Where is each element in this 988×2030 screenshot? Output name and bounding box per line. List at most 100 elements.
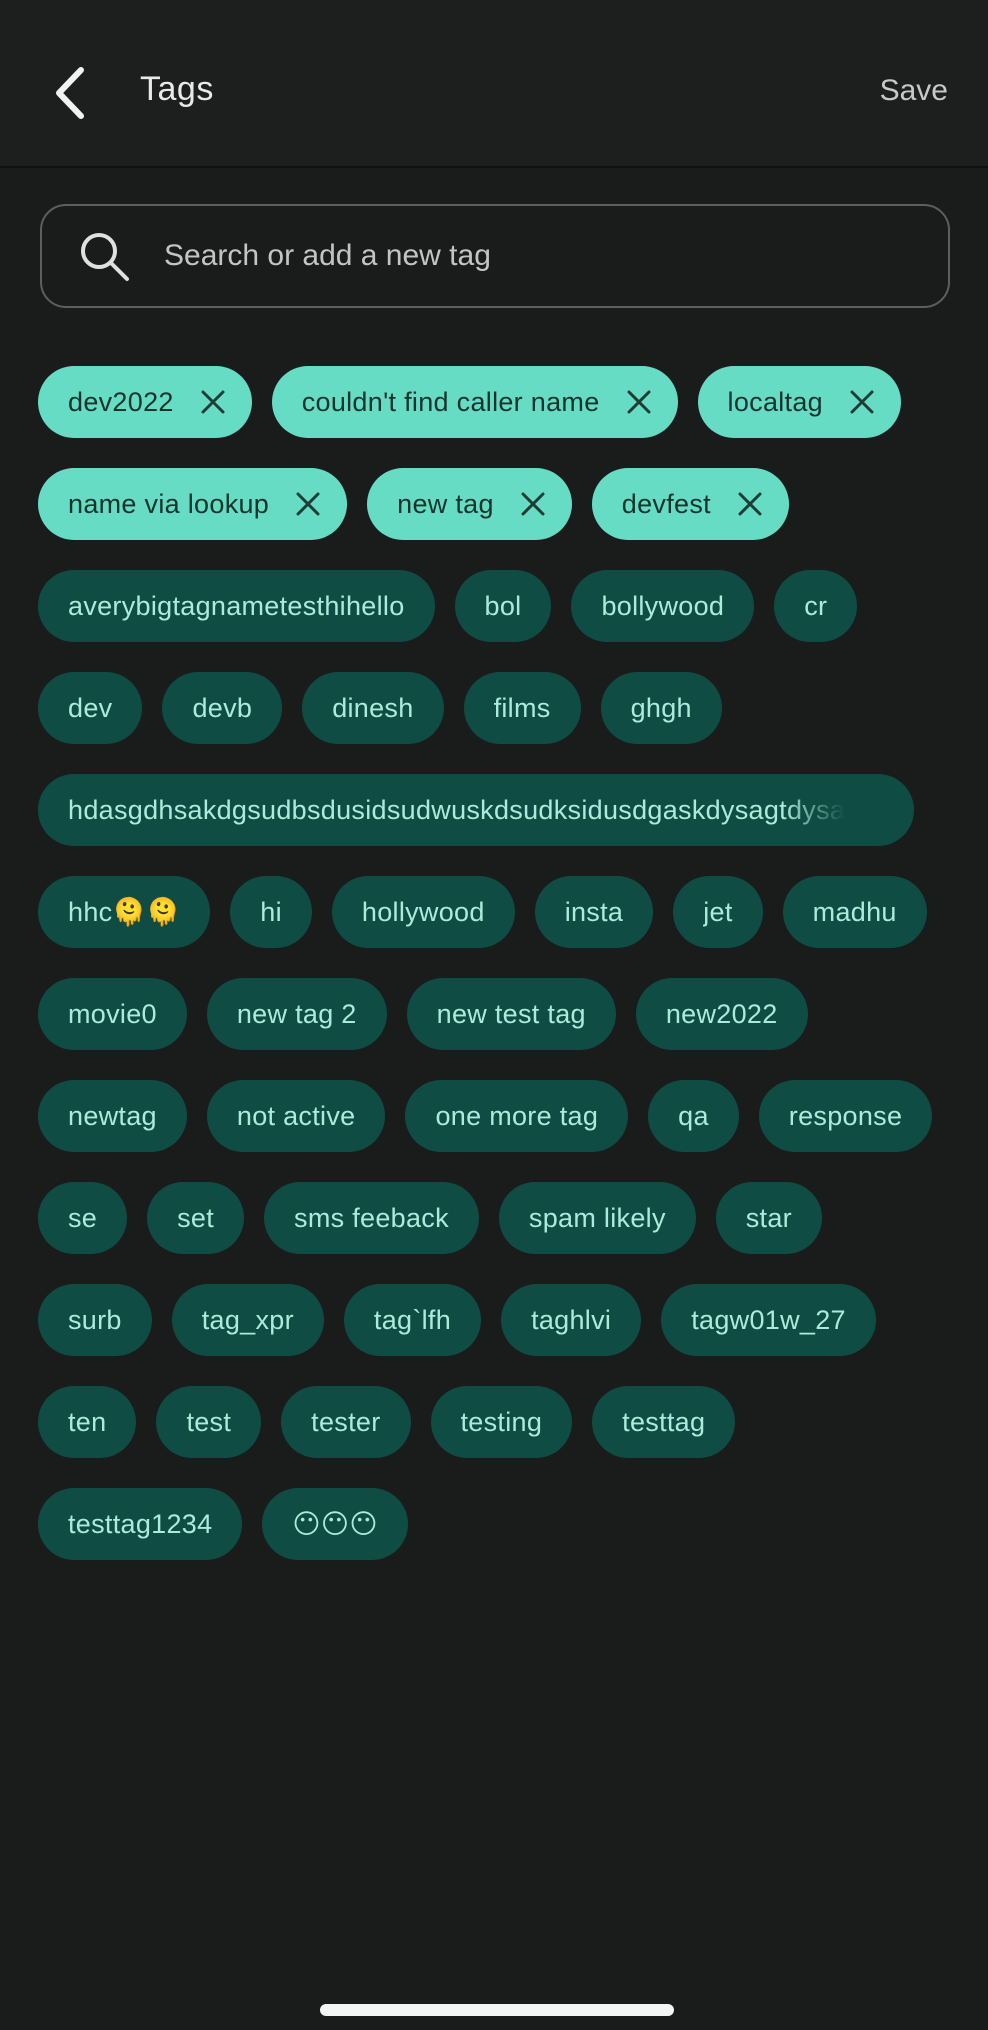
tag-chip[interactable]: new test tag bbox=[406, 978, 616, 1050]
tag-label: spam likely bbox=[528, 1202, 666, 1233]
tag-label: hi bbox=[260, 896, 282, 927]
tag-label: hdasgdhsakdgsudbsdusidsudwuskdsudksidusd… bbox=[68, 794, 846, 825]
tag-chip[interactable]: tagw01w_27 bbox=[661, 1284, 876, 1356]
tag-label: hollywood bbox=[361, 896, 485, 927]
tag-label: ten bbox=[68, 1406, 107, 1437]
tag-chip[interactable]: dev bbox=[38, 672, 143, 744]
tag-chip[interactable]: one more tag bbox=[405, 1080, 629, 1152]
tag-chip[interactable]: newtag bbox=[38, 1080, 187, 1152]
tag-chip[interactable]: hdasgdhsakdgsudbsdusidsudwuskdsudksidusd… bbox=[38, 774, 914, 846]
tag-label: name via lookup bbox=[68, 488, 270, 519]
selected-tag-chip[interactable]: couldn't find caller name bbox=[271, 366, 678, 438]
tag-chip[interactable]: movie0 bbox=[38, 978, 187, 1050]
tag-label: sms feeback bbox=[294, 1202, 449, 1233]
close-icon[interactable] bbox=[293, 489, 323, 519]
tag-label: taghlvi bbox=[531, 1304, 612, 1335]
tag-label: dev bbox=[68, 692, 113, 723]
tag-label: response bbox=[788, 1100, 903, 1131]
tag-chip[interactable]: testing bbox=[430, 1386, 573, 1458]
tag-chip[interactable]: tag`lfh bbox=[343, 1284, 482, 1356]
tag-label: not active bbox=[236, 1100, 356, 1131]
home-indicator bbox=[320, 2004, 674, 2016]
chevron-left-icon bbox=[56, 67, 84, 119]
tag-chip[interactable]: jet bbox=[673, 876, 763, 948]
selected-tag-chip[interactable]: devfest bbox=[591, 468, 789, 540]
tag-label: devfest bbox=[621, 488, 711, 519]
tag-label: tester bbox=[311, 1406, 381, 1437]
close-icon[interactable] bbox=[735, 489, 765, 519]
tag-chip[interactable]: testtag1234 bbox=[38, 1488, 243, 1560]
tag-label: dinesh bbox=[332, 692, 414, 723]
tag-chip[interactable]: hi bbox=[230, 876, 312, 948]
tag-chip[interactable]: hhc🫠🫠 bbox=[38, 876, 211, 948]
tag-label: bollywood bbox=[601, 590, 725, 621]
tag-label: new tag bbox=[397, 488, 494, 519]
tag-chip[interactable]: test bbox=[156, 1386, 262, 1458]
tag-chip[interactable]: madhu bbox=[782, 876, 927, 948]
tag-chip[interactable]: qa bbox=[648, 1080, 739, 1152]
save-button[interactable]: Save bbox=[880, 74, 948, 108]
tag-chip[interactable]: averybigtagnametesthihello bbox=[38, 570, 435, 642]
tag-chip[interactable]: tester bbox=[281, 1386, 411, 1458]
tag-label: one more tag bbox=[435, 1100, 599, 1131]
tag-label: testing bbox=[460, 1406, 543, 1437]
tag-chip[interactable]: surb bbox=[38, 1284, 152, 1356]
tag-label: hhc🫠🫠 bbox=[68, 897, 181, 927]
tag-list: dev2022 couldn't find caller name localtag… bbox=[38, 366, 950, 1560]
tag-label: new tag 2 bbox=[236, 998, 357, 1029]
back-button[interactable] bbox=[40, 58, 100, 128]
tag-label: new test tag bbox=[436, 998, 586, 1029]
tag-label: averybigtagnametesthihello bbox=[68, 590, 405, 621]
close-icon[interactable] bbox=[198, 387, 228, 417]
tag-chip[interactable]: ghgh bbox=[600, 672, 722, 744]
tag-chip[interactable]: star bbox=[715, 1182, 822, 1254]
close-icon[interactable] bbox=[847, 387, 877, 417]
search-input[interactable] bbox=[162, 238, 924, 274]
tag-label: newtag bbox=[68, 1100, 157, 1131]
tag-chip[interactable]: 😶😶😶 bbox=[262, 1488, 408, 1560]
tag-chip[interactable]: new2022 bbox=[635, 978, 808, 1050]
close-icon[interactable] bbox=[518, 489, 548, 519]
tag-chip[interactable]: taghlvi bbox=[501, 1284, 642, 1356]
tag-chip[interactable]: sms feeback bbox=[264, 1182, 479, 1254]
tag-label: devb bbox=[192, 692, 253, 723]
tag-chip[interactable]: hollywood bbox=[331, 876, 515, 948]
tag-chip[interactable]: ten bbox=[38, 1386, 137, 1458]
tag-chip[interactable]: tag_xpr bbox=[171, 1284, 324, 1356]
tag-chip[interactable]: bollywood bbox=[571, 570, 755, 642]
tag-label: jet bbox=[703, 896, 733, 927]
tag-label: couldn't find caller name bbox=[301, 386, 600, 417]
tag-label: se bbox=[68, 1202, 98, 1233]
tag-label: dev2022 bbox=[68, 386, 174, 417]
tag-label: star bbox=[745, 1202, 792, 1233]
tag-label: tagw01w_27 bbox=[691, 1304, 846, 1335]
tag-chip[interactable]: new tag 2 bbox=[206, 978, 387, 1050]
tag-label: movie0 bbox=[68, 998, 157, 1029]
tag-chip[interactable]: bol bbox=[454, 570, 552, 642]
selected-tag-chip[interactable]: name via lookup bbox=[38, 468, 348, 540]
tag-chip[interactable]: dinesh bbox=[302, 672, 444, 744]
tag-chip[interactable]: se bbox=[38, 1182, 128, 1254]
tag-chip[interactable]: cr bbox=[774, 570, 858, 642]
tag-chip[interactable]: response bbox=[758, 1080, 933, 1152]
tag-label: qa bbox=[678, 1100, 709, 1131]
tag-chip[interactable]: not active bbox=[206, 1080, 386, 1152]
tag-chip[interactable]: films bbox=[463, 672, 581, 744]
tag-label: tag_xpr bbox=[201, 1304, 294, 1335]
selected-tag-chip[interactable]: localtag bbox=[697, 366, 901, 438]
tag-label: bol bbox=[484, 590, 522, 621]
tag-chip[interactable]: devb bbox=[162, 672, 283, 744]
tag-chip[interactable]: set bbox=[147, 1182, 245, 1254]
tag-chip[interactable]: spam likely bbox=[498, 1182, 696, 1254]
tag-label: madhu bbox=[812, 896, 897, 927]
selected-tag-chip[interactable]: new tag bbox=[367, 468, 572, 540]
selected-tag-chip[interactable]: dev2022 bbox=[38, 366, 252, 438]
tag-label: test bbox=[186, 1406, 232, 1437]
tag-label: testtag bbox=[622, 1406, 706, 1437]
tag-chip[interactable]: testtag bbox=[592, 1386, 736, 1458]
tag-label: 😶😶😶 bbox=[292, 1508, 378, 1539]
close-icon[interactable] bbox=[624, 387, 654, 417]
tag-chip[interactable]: insta bbox=[534, 876, 654, 948]
search-icon bbox=[74, 226, 134, 286]
search-field[interactable] bbox=[40, 204, 950, 308]
